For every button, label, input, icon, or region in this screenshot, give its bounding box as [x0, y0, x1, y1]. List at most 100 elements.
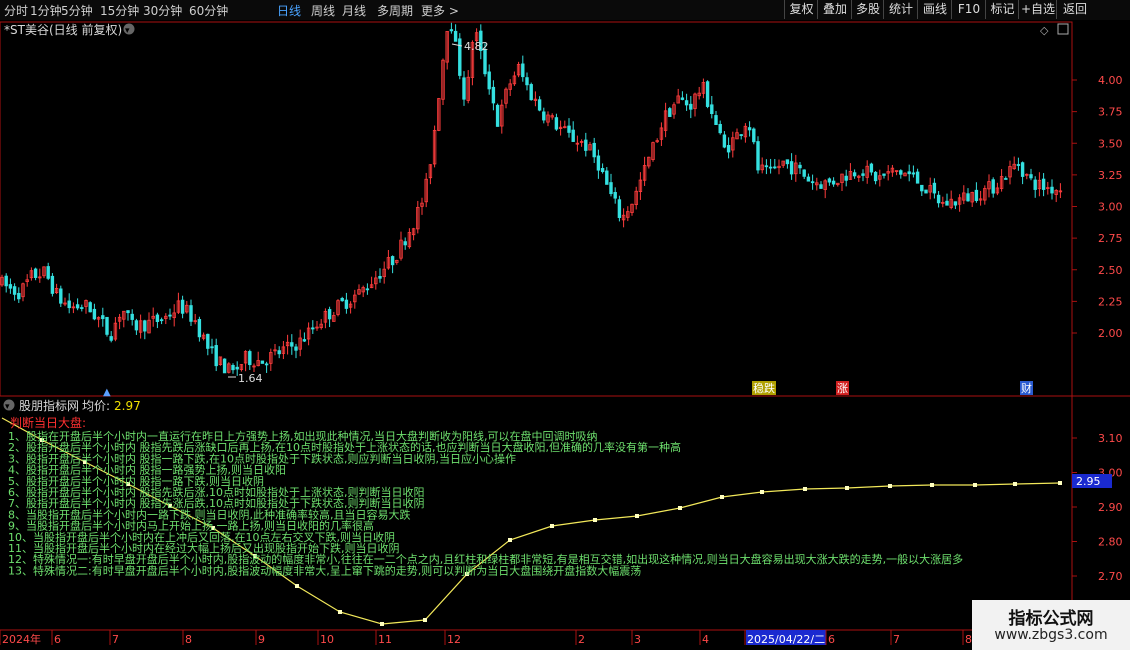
candle-body: [521, 63, 525, 78]
candle-body: [101, 315, 105, 320]
candle-body: [882, 173, 886, 176]
candle-body: [365, 288, 370, 291]
candle-body: [869, 163, 874, 173]
candle-body: [899, 170, 903, 175]
candle-body: [953, 201, 958, 206]
indicator-point: [803, 487, 807, 491]
candle-body: [12, 286, 17, 295]
candle-body: [722, 134, 727, 148]
candle-body: [462, 77, 466, 100]
x-axis-label: 12: [447, 633, 461, 646]
avg-label: 均价:: [82, 399, 110, 413]
candle-body: [210, 346, 214, 349]
x-axis-label: 2024年: [2, 632, 41, 646]
candle-body: [831, 180, 836, 185]
candle-body: [945, 200, 949, 206]
candle-body: [974, 189, 979, 202]
candle-body: [88, 302, 92, 313]
x-axis-label: 6: [54, 633, 61, 646]
candle-body: [134, 320, 139, 331]
event-marker-label: 财: [1021, 381, 1032, 395]
indicator-tick-label: 2.70: [1098, 570, 1123, 583]
candle-body: [861, 173, 865, 176]
watermark-url: www.zbgs3.com: [994, 627, 1108, 643]
candle-body: [584, 139, 588, 151]
candle-body: [189, 305, 193, 322]
candle-body: [143, 320, 147, 332]
price-tick-label: 2.25: [1098, 295, 1123, 308]
candle-body: [206, 333, 210, 349]
indicator-name: 股朋指标网: [19, 398, 79, 413]
indicator-point: [973, 483, 977, 487]
indicator-tick-label: 3.10: [1098, 432, 1123, 445]
candle-body: [605, 170, 609, 185]
avg-value: 2.97: [114, 399, 141, 413]
x-axis-label: 8: [965, 633, 972, 646]
candle-body: [718, 123, 722, 134]
x-axis-label: 8: [185, 633, 192, 646]
candle-body: [596, 155, 601, 171]
candle-body: [130, 313, 134, 320]
candle-body: [390, 256, 395, 266]
chart-canvas: 4.00 3.75 3.50 3.25 3.00 2.75 2.50 2.25 2.00 3.1…: [0, 20, 1130, 650]
candle-body: [8, 284, 13, 289]
candle-body: [936, 194, 941, 204]
candle-body: [680, 97, 685, 100]
candle-body: [873, 171, 878, 182]
x-axis-label: 2025/04/22/二: [747, 633, 825, 646]
price-low-label: 1.64: [238, 372, 263, 385]
candle-body: [537, 99, 542, 111]
candle-body: [705, 81, 710, 107]
candle-body: [932, 182, 937, 194]
candle-body: [277, 350, 281, 355]
candle-body: [609, 182, 613, 195]
candle-body: [378, 276, 382, 279]
price-tick-label: 4.00: [1098, 74, 1123, 87]
indicator-point: [295, 584, 299, 588]
price-tick-label: 3.25: [1098, 169, 1123, 182]
candle-body: [235, 366, 239, 370]
candle-body: [739, 134, 743, 136]
indicator-point: [508, 538, 512, 542]
indicator-point: [423, 618, 427, 622]
candle-body: [495, 104, 500, 127]
candle-body: [592, 142, 596, 158]
candle-body: [920, 184, 924, 192]
x-axis-label: 2: [578, 633, 585, 646]
svg-text:▾: ▾: [5, 402, 10, 412]
candle-body: [248, 351, 252, 366]
candle-body: [798, 164, 802, 169]
indicator-text-line: 13、特殊情况二:有时早盘开盘后半个小时内,股指波动幅度非常大,呈上窜下跳的走势…: [8, 563, 641, 577]
candle-body: [50, 275, 55, 294]
candle-body: [525, 77, 529, 86]
candle-body: [911, 172, 916, 175]
x-axis-label: 3: [634, 633, 641, 646]
candle-body: [46, 266, 50, 279]
x-axis-label: 9: [258, 633, 265, 646]
candle-body: [214, 345, 218, 367]
price-tick-label: 3.75: [1098, 106, 1123, 119]
indicator-tick-label: 2.80: [1098, 536, 1123, 549]
candle-body: [1020, 162, 1025, 177]
price-tick-label: 2.00: [1098, 327, 1123, 340]
indicator-point: [550, 524, 554, 528]
candle-body: [159, 319, 164, 322]
indicator-point: [1013, 482, 1017, 486]
candle-body: [756, 141, 760, 171]
price-tick-label: 3.50: [1098, 137, 1123, 150]
candle-body: [714, 115, 718, 126]
candle-body: [344, 299, 349, 309]
indicator-point: [380, 622, 384, 626]
candle-body: [260, 360, 265, 364]
candle-body: [1050, 186, 1054, 194]
indicator-header: 判断当日大盘:: [10, 415, 86, 430]
chart-title: *ST美谷(日线 前复权): [4, 22, 122, 37]
indicator-point: [720, 495, 724, 499]
candle-body: [294, 346, 298, 351]
candle-body: [155, 314, 160, 323]
candle-body: [684, 100, 689, 106]
candle-body: [768, 166, 773, 169]
candle-body: [92, 308, 97, 320]
event-marker-label: 涨: [837, 382, 848, 395]
candle-body: [789, 161, 794, 175]
